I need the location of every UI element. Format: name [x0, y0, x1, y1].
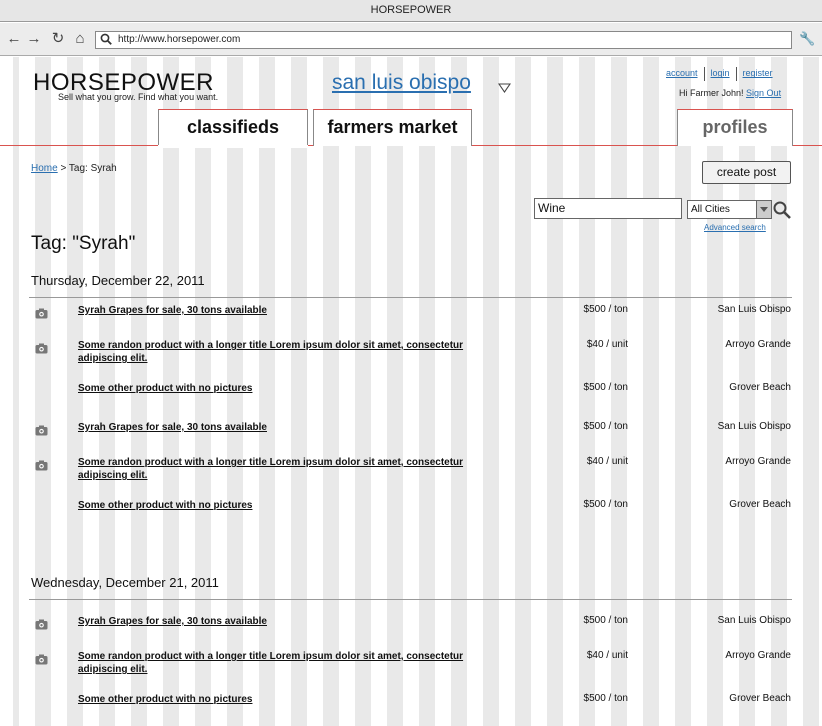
listing-title-link[interactable]: Some other product with no pictures [78, 499, 488, 512]
greeting-text: Hi Farmer John! [679, 88, 744, 98]
listing-location: Arroyo Grande [725, 650, 791, 661]
home-icon[interactable]: ⌂ [71, 30, 89, 48]
camera-icon [35, 306, 48, 319]
sign-out-link[interactable]: Sign Out [746, 88, 781, 98]
listing-location: Grover Beach [729, 499, 791, 510]
address-bar[interactable]: http://www.horsepower.com [95, 31, 792, 49]
listing-price: $500 / ton [583, 382, 628, 393]
listing-title-link[interactable]: Syrah Grapes for sale, 30 tons available [78, 615, 488, 628]
camera-icon [35, 617, 48, 630]
city-selector-link[interactable]: san luis obispo [332, 71, 471, 95]
register-link[interactable]: register [737, 68, 779, 78]
account-link[interactable]: account [660, 68, 704, 78]
listing-title-link[interactable]: Some randon product with a longer title … [78, 650, 488, 676]
search-input[interactable]: Wine [534, 198, 682, 219]
wrench-icon[interactable]: 🔧 [799, 30, 815, 48]
divider [29, 599, 792, 600]
listing-title-link[interactable]: Some randon product with a longer title … [78, 456, 488, 482]
browser-toolbar: ← → ↻ ⌂ http://www.horsepower.com 🔧 [0, 23, 822, 56]
listing-location: Arroyo Grande [725, 339, 791, 350]
breadcrumb-current: Tag: Syrah [68, 163, 117, 174]
listing-location: Grover Beach [729, 382, 791, 393]
window-title: HORSEPOWER [0, 0, 822, 22]
camera-icon [35, 458, 48, 471]
listing-price: $500 / ton [583, 499, 628, 510]
listing-location: San Luis Obispo [717, 615, 791, 626]
date-header: Wednesday, December 21, 2011 [31, 575, 219, 590]
listing-title-link[interactable]: Syrah Grapes for sale, 30 tons available [78, 421, 488, 434]
listing-row: Some other product with no pictures $500 … [0, 693, 822, 723]
url-text: http://www.horsepower.com [118, 34, 241, 45]
listing-title-link[interactable]: Syrah Grapes for sale, 30 tons available [78, 304, 488, 317]
listing-location: Grover Beach [729, 693, 791, 704]
listing-price: $500 / ton [583, 693, 628, 704]
city-filter-select[interactable]: All Cities [687, 200, 772, 219]
city-filter-value: All Cities [691, 204, 730, 215]
listing-title-link[interactable]: Some other product with no pictures [78, 382, 488, 395]
listing-row: Syrah Grapes for sale, 30 tons available… [0, 421, 822, 451]
listing-location: San Luis Obispo [717, 421, 791, 432]
back-icon[interactable]: ← [5, 30, 23, 48]
page-title: Tag: "Syrah" [31, 233, 136, 254]
listing-row: Some randon product with a longer title … [0, 339, 822, 369]
search-icon[interactable] [772, 200, 792, 220]
listing-row: Some other product with no pictures $500 … [0, 499, 822, 529]
listing-title-link[interactable]: Some other product with no pictures [78, 693, 488, 706]
dropdown-caret-icon[interactable] [498, 83, 511, 93]
tab-classifieds[interactable]: classifieds [158, 109, 308, 148]
listing-row: Syrah Grapes for sale, 30 tons available… [0, 615, 822, 645]
chevron-down-icon[interactable] [756, 201, 771, 218]
listing-row: Some randon product with a longer title … [0, 456, 822, 486]
tab-farmers-market[interactable]: farmers market [313, 109, 472, 146]
user-greeting: Hi Farmer John! Sign Out [679, 88, 781, 98]
reload-icon[interactable]: ↻ [49, 30, 67, 48]
search-icon [100, 33, 112, 45]
tab-profiles[interactable]: profiles [677, 109, 793, 146]
web-page: HORSEPOWER Sell what you grow. Find what… [0, 57, 822, 726]
listing-price: $500 / ton [583, 615, 628, 626]
listing-row: Some randon product with a longer title … [0, 650, 822, 680]
camera-icon [35, 341, 48, 354]
listing-row: Syrah Grapes for sale, 30 tons available… [0, 304, 822, 334]
listing-price: $40 / unit [586, 650, 628, 661]
listing-title-link[interactable]: Some randon product with a longer title … [78, 339, 488, 365]
date-header: Thursday, December 22, 2011 [31, 273, 205, 288]
listing-price: $500 / ton [583, 421, 628, 432]
listing-price: $40 / unit [586, 456, 628, 467]
advanced-search-link[interactable]: Advanced search [704, 223, 766, 232]
site-tagline: Sell what you grow. Find what you want. [58, 92, 219, 102]
create-post-button[interactable]: create post [702, 161, 791, 184]
listing-price: $500 / ton [583, 304, 628, 315]
listing-location: San Luis Obispo [717, 304, 791, 315]
login-link[interactable]: login [705, 68, 736, 78]
camera-icon [35, 652, 48, 665]
account-links: account login register [660, 67, 779, 81]
listing-location: Arroyo Grande [725, 456, 791, 467]
breadcrumb-home[interactable]: Home [31, 163, 58, 174]
breadcrumb-separator: > [60, 163, 67, 174]
camera-icon [35, 423, 48, 436]
listing-row: Some other product with no pictures $500 … [0, 382, 822, 412]
divider [29, 297, 792, 298]
breadcrumb: Home > Tag: Syrah [31, 163, 117, 174]
forward-icon[interactable]: → [25, 30, 43, 48]
listing-price: $40 / unit [586, 339, 628, 350]
